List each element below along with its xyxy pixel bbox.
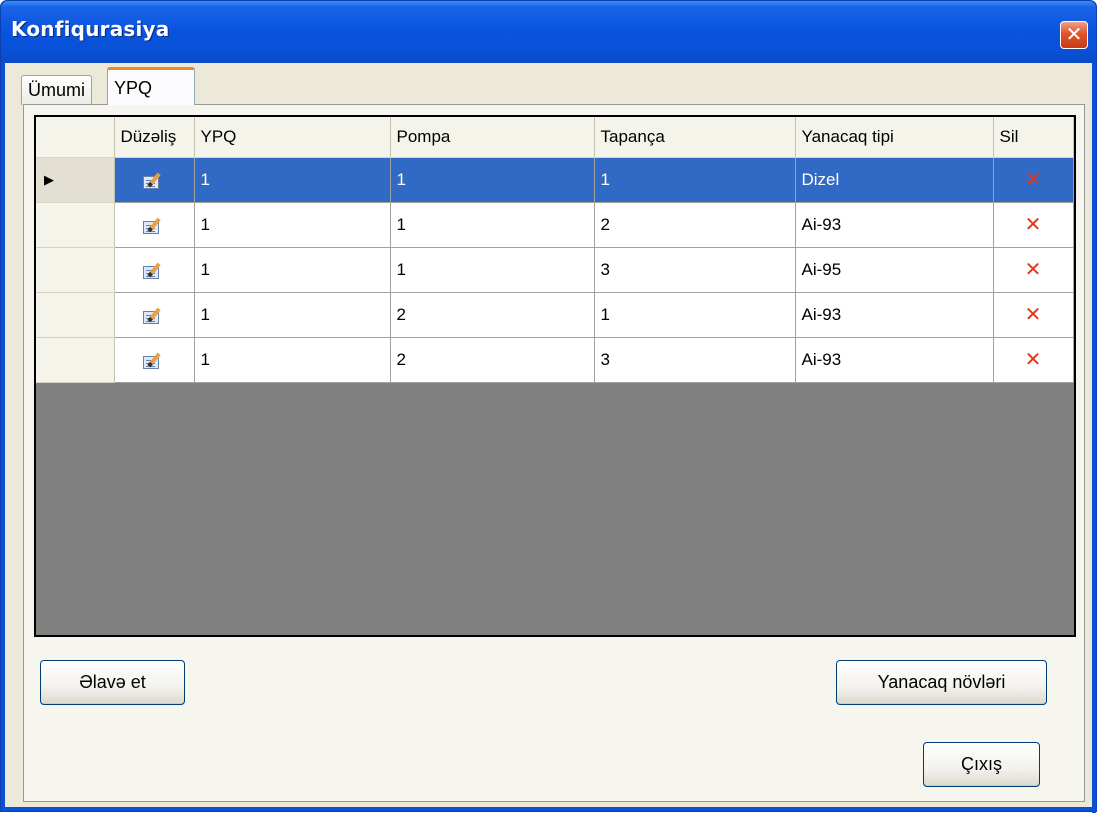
delete-cell[interactable]: ✕ bbox=[993, 292, 1074, 338]
tab-umumi[interactable]: Ümumi bbox=[21, 75, 92, 105]
row-selector[interactable] bbox=[36, 202, 115, 248]
cell-tapanca[interactable]: 3 bbox=[594, 247, 796, 293]
row-header-corner bbox=[36, 117, 115, 158]
cell-yanacaq-tipi[interactable]: Ai-93 bbox=[795, 202, 994, 248]
cell-yanacaq-tipi[interactable]: Dizel bbox=[795, 157, 994, 203]
delete-cell[interactable]: ✕ bbox=[993, 337, 1074, 383]
window-client-area: Ümumi YPQ Düzəliş YPQ Pompa Tapança Yana… bbox=[5, 63, 1092, 809]
tab-ypq-label: YPQ bbox=[114, 78, 153, 98]
add-button[interactable]: Əlavə et bbox=[40, 660, 185, 705]
table-row[interactable]: ▶ 1 1 1 Dizel ✕ bbox=[36, 157, 1074, 203]
edit-cell[interactable] bbox=[114, 292, 195, 338]
delete-cell[interactable]: ✕ bbox=[993, 247, 1074, 293]
edit-cell[interactable] bbox=[114, 337, 195, 383]
cell-ypq[interactable]: 1 bbox=[194, 157, 391, 203]
delete-icon[interactable]: ✕ bbox=[1025, 349, 1042, 371]
column-header-sil[interactable]: Sil bbox=[993, 117, 1074, 158]
cell-ypq[interactable]: 1 bbox=[194, 202, 391, 248]
close-button[interactable]: ✕ bbox=[1060, 21, 1088, 49]
table-row[interactable]: 1 1 2 Ai-93 ✕ bbox=[36, 202, 1074, 248]
edit-icon[interactable] bbox=[143, 352, 165, 370]
row-selector[interactable] bbox=[36, 292, 115, 338]
grid-header-row: Düzəliş YPQ Pompa Tapança Yanacaq tipi S… bbox=[36, 117, 1074, 158]
table-row[interactable]: 1 1 3 Ai-95 ✕ bbox=[36, 247, 1074, 293]
delete-cell[interactable]: ✕ bbox=[993, 202, 1074, 248]
edit-cell[interactable] bbox=[114, 247, 195, 293]
cell-pompa[interactable]: 2 bbox=[390, 292, 595, 338]
window-border-bottom bbox=[1, 807, 1097, 811]
cell-yanacaq-tipi[interactable]: Ai-93 bbox=[795, 292, 994, 338]
window-border-right bbox=[1092, 63, 1096, 813]
column-header-pompa[interactable]: Pompa bbox=[390, 117, 595, 158]
exit-button[interactable]: Çıxış bbox=[923, 742, 1040, 787]
cell-ypq[interactable]: 1 bbox=[194, 337, 391, 383]
edit-icon[interactable] bbox=[143, 172, 165, 190]
tab-umumi-label: Ümumi bbox=[28, 80, 85, 100]
ypq-grid: Düzəliş YPQ Pompa Tapança Yanacaq tipi S… bbox=[34, 115, 1076, 637]
cell-yanacaq-tipi[interactable]: Ai-95 bbox=[795, 247, 994, 293]
cell-tapanca[interactable]: 3 bbox=[594, 337, 796, 383]
fuel-types-button[interactable]: Yanacaq növləri bbox=[836, 660, 1047, 705]
current-row-arrow-icon: ▶ bbox=[44, 172, 54, 187]
edit-cell[interactable] bbox=[114, 202, 195, 248]
edit-icon[interactable] bbox=[143, 307, 165, 325]
title-bar[interactable]: Konfiqurasiya ✕ bbox=[1, 1, 1096, 63]
table-row[interactable]: 1 2 1 Ai-93 ✕ bbox=[36, 292, 1074, 338]
cell-pompa[interactable]: 1 bbox=[390, 202, 595, 248]
ypq-table: Düzəliş YPQ Pompa Tapança Yanacaq tipi S… bbox=[36, 117, 1074, 383]
table-row[interactable]: 1 2 3 Ai-93 ✕ bbox=[36, 337, 1074, 383]
column-header-tapanca[interactable]: Tapança bbox=[594, 117, 796, 158]
column-header-yanacaq-tipi[interactable]: Yanacaq tipi bbox=[795, 117, 994, 158]
edit-cell[interactable] bbox=[114, 157, 195, 203]
cell-tapanca[interactable]: 1 bbox=[594, 292, 796, 338]
cell-ypq[interactable]: 1 bbox=[194, 247, 391, 293]
cell-tapanca[interactable]: 1 bbox=[594, 157, 796, 203]
config-window: Konfiqurasiya ✕ Ümumi YPQ Düzəliş YPQ Po… bbox=[0, 0, 1097, 813]
delete-icon[interactable]: ✕ bbox=[1025, 214, 1042, 236]
cell-yanacaq-tipi[interactable]: Ai-93 bbox=[795, 337, 994, 383]
tab-panel-ypq: Düzəliş YPQ Pompa Tapança Yanacaq tipi S… bbox=[23, 104, 1085, 802]
cell-pompa[interactable]: 2 bbox=[390, 337, 595, 383]
column-header-edit[interactable]: Düzəliş bbox=[114, 117, 195, 158]
edit-icon[interactable] bbox=[143, 262, 165, 280]
row-selector[interactable]: ▶ bbox=[36, 157, 115, 203]
cell-ypq[interactable]: 1 bbox=[194, 292, 391, 338]
cell-tapanca[interactable]: 2 bbox=[594, 202, 796, 248]
row-selector[interactable] bbox=[36, 247, 115, 293]
column-header-ypq[interactable]: YPQ bbox=[194, 117, 391, 158]
delete-icon[interactable]: ✕ bbox=[1025, 304, 1042, 326]
close-icon: ✕ bbox=[1065, 24, 1083, 46]
delete-icon[interactable]: ✕ bbox=[1025, 259, 1042, 281]
delete-cell[interactable]: ✕ bbox=[993, 157, 1074, 203]
window-title: Konfiqurasiya bbox=[11, 17, 170, 41]
delete-icon[interactable]: ✕ bbox=[1025, 169, 1042, 191]
tab-ypq[interactable]: YPQ bbox=[107, 67, 195, 105]
row-selector[interactable] bbox=[36, 337, 115, 383]
cell-pompa[interactable]: 1 bbox=[390, 157, 595, 203]
edit-icon[interactable] bbox=[143, 217, 165, 235]
cell-pompa[interactable]: 1 bbox=[390, 247, 595, 293]
